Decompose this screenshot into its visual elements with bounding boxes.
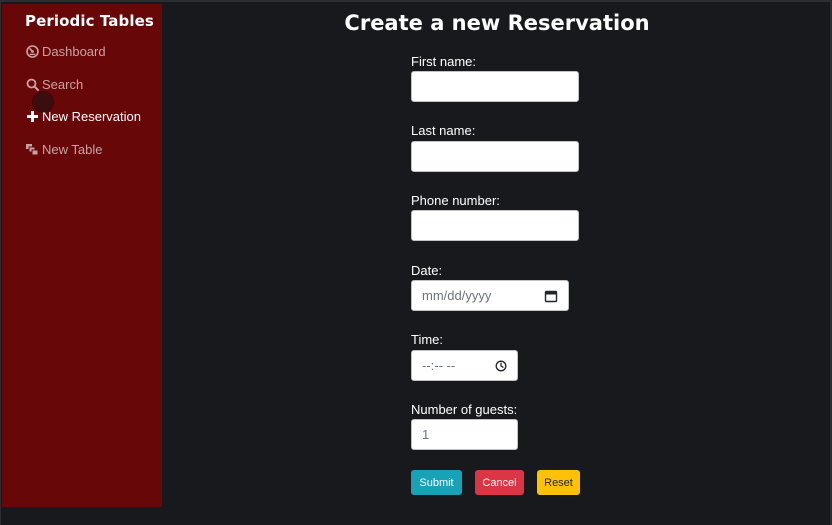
app-window: Periodic Tables Dashboard Search New Res… <box>0 0 832 525</box>
time-input[interactable]: --:-- -- <box>411 350 518 381</box>
date-input[interactable]: mm/dd/yyyy <box>411 280 569 311</box>
guests-value: 1 <box>422 427 430 442</box>
page-title: Create a new Reservation <box>344 11 650 35</box>
search-icon <box>25 78 39 92</box>
cancel-button[interactable]: Cancel <box>475 470 524 495</box>
date-placeholder: mm/dd/yyyy <box>422 288 492 303</box>
sidebar-item-dashboard[interactable]: Dashboard <box>25 44 106 59</box>
clock-icon[interactable] <box>495 360 507 372</box>
sidebar-item-new-table[interactable]: New Table <box>25 142 102 157</box>
calendar-icon[interactable] <box>544 289 558 303</box>
last-name-input[interactable] <box>411 141 579 172</box>
number-of-guests-label: Number of guests: <box>411 402 518 417</box>
phone-number-input[interactable] <box>411 210 579 241</box>
time-placeholder: --:-- -- <box>422 358 456 373</box>
submit-button[interactable]: Submit <box>411 470 462 495</box>
date-label: Date: <box>411 263 443 278</box>
layers-icon <box>25 143 39 157</box>
reset-button[interactable]: Reset <box>537 470 580 495</box>
sidebar: Periodic Tables Dashboard Search New Res… <box>2 4 162 507</box>
first-name-label: First name: <box>411 54 477 69</box>
sidebar-item-label: New Table <box>42 142 103 157</box>
sidebar-item-label: Dashboard <box>42 44 106 59</box>
plus-icon <box>25 110 39 124</box>
phone-number-label: Phone number: <box>411 193 500 208</box>
dashboard-icon <box>25 45 39 59</box>
mouse-cursor-indicator <box>33 92 53 112</box>
number-of-guests-input[interactable]: 1 <box>411 419 518 450</box>
sidebar-item-label: Search <box>42 77 84 92</box>
sidebar-item-label: New Reservation <box>42 109 141 124</box>
time-label: Time: <box>411 332 444 347</box>
brand-title[interactable]: Periodic Tables <box>25 12 154 30</box>
first-name-input[interactable] <box>411 71 579 102</box>
sidebar-item-search[interactable]: Search <box>25 77 83 92</box>
last-name-label: Last name: <box>411 123 476 138</box>
